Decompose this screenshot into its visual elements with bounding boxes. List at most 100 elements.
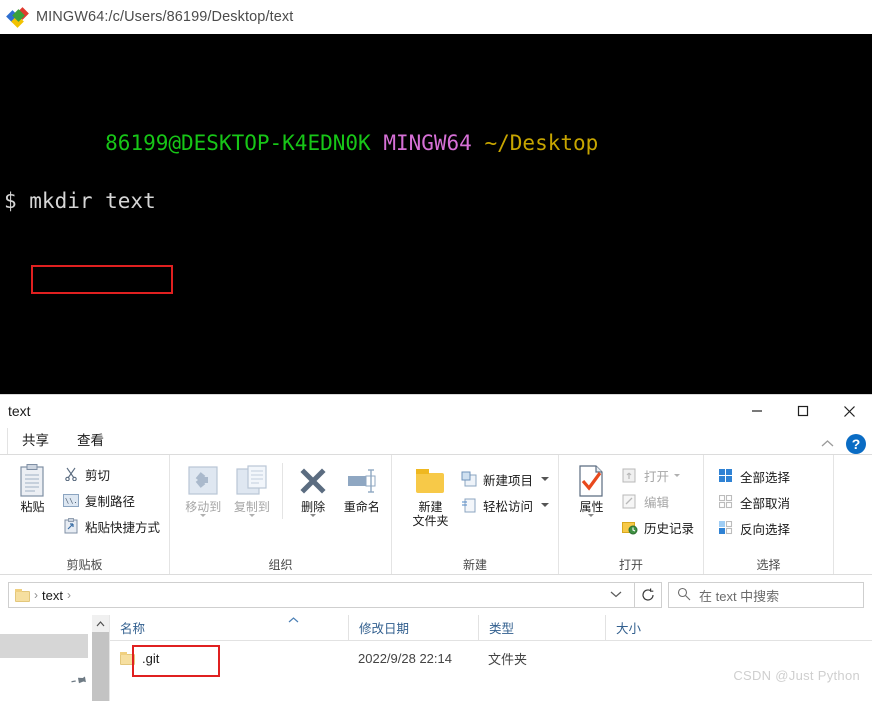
scrollbar-thumb[interactable] (92, 632, 109, 701)
ribbon-tab-bar: 共享 查看 ? (0, 427, 872, 455)
column-name[interactable]: 名称 (110, 615, 348, 641)
properties-icon (577, 462, 605, 500)
history-button[interactable]: 历史记录 (618, 515, 697, 539)
new-folder-button[interactable]: 新建 文件夹 (404, 459, 457, 528)
refresh-icon[interactable] (634, 582, 662, 608)
minimize-icon[interactable] (734, 395, 780, 427)
paste-icon (17, 462, 47, 500)
breadcrumb-separator: › (34, 588, 38, 602)
group-label-new: 新建 (462, 558, 487, 572)
chevron-down-icon[interactable] (674, 473, 680, 477)
clipboard-small-commands: 剪切 \\.. 复制路径 粘贴快捷方式 (59, 459, 163, 538)
move-to-button[interactable]: 移动到 (180, 459, 227, 517)
paste-button[interactable]: 粘贴 (6, 459, 59, 514)
rename-button[interactable]: 重命名 (338, 459, 385, 514)
open-small-commands: 打开 编辑 历史记录 (618, 459, 697, 539)
file-name-label: .git (142, 650, 160, 666)
prompt-user: 86199@DESKTOP-K4EDN0K (105, 131, 371, 155)
chevron-down-icon[interactable] (588, 514, 595, 517)
terminal-prompt-line: 86199@DESKTOP-K4EDN0K MINGW64 ~/Desktop (4, 100, 872, 155)
copy-path-label: 复制路径 (84, 494, 135, 509)
ribbon-divider (282, 463, 283, 519)
terminal-command-line: $ mkdir text (4, 189, 156, 213)
select-none-button[interactable]: 全部取消 (714, 490, 793, 514)
ribbon-group-new: 新建 文件夹 新建项目 轻松访问 新建 (392, 455, 559, 574)
delete-button[interactable]: 删除 (290, 459, 337, 517)
mingw64-terminal-window: MINGW64:/c/Users/86199/Desktop/text 8619… (0, 0, 872, 400)
nav-selected-item[interactable] (0, 634, 88, 658)
search-placeholder: 在 text 中搜索 (699, 588, 780, 604)
ribbon-group-select: 全部选择 全部取消 反向选择 选择 (704, 455, 834, 574)
terminal-spacer (4, 274, 872, 303)
copy-to-label: 复制到 (233, 500, 270, 514)
tab-view[interactable]: 查看 (63, 426, 118, 454)
terminal-output[interactable]: 86199@DESKTOP-K4EDN0K MINGW64 ~/Desktop … (0, 34, 872, 400)
tab-share[interactable]: 共享 (8, 426, 63, 454)
file-date-cell: 2022/9/28 22:14 (358, 650, 452, 666)
rename-icon (345, 462, 379, 500)
paste-shortcut-label: 粘贴快捷方式 (84, 520, 160, 535)
file-list-pane[interactable]: 名称 修改日期 类型 大小 .git 2022/9/28 22:14 文件夹 C… (110, 614, 872, 701)
copy-path-button[interactable]: \\.. 复制路径 (59, 488, 163, 512)
chevron-down-icon[interactable] (248, 514, 255, 517)
breadcrumb-separator: › (66, 588, 71, 602)
group-label-clipboard: 剪贴板 (66, 558, 103, 572)
paste-shortcut-button[interactable]: 粘贴快捷方式 (59, 514, 163, 538)
folder-icon (120, 651, 135, 665)
navigation-pane[interactable] (0, 615, 110, 701)
easy-access-button[interactable]: 轻松访问 (457, 493, 552, 517)
new-item-label: 新建项目 (482, 473, 533, 488)
invert-selection-icon (717, 519, 735, 537)
ribbon-filler (834, 455, 872, 574)
address-bar[interactable]: › text › (8, 582, 635, 608)
cut-button[interactable]: 剪切 (59, 462, 163, 486)
properties-button[interactable]: 属性 (565, 459, 618, 517)
move-to-label: 移动到 (185, 500, 222, 514)
open-label: 打开 (643, 469, 669, 484)
chevron-down-icon[interactable] (604, 589, 628, 601)
ribbon-tab-filler (0, 428, 8, 454)
column-date-label: 修改日期 (359, 622, 410, 636)
edit-label: 编辑 (643, 495, 669, 510)
copy-to-button[interactable]: 复制到 (229, 459, 276, 517)
select-commands: 全部选择 全部取消 反向选择 (714, 459, 793, 540)
new-folder-icon (416, 462, 445, 500)
column-type[interactable]: 类型 (478, 614, 605, 641)
cut-label: 剪切 (84, 468, 110, 483)
easy-access-icon (460, 496, 478, 514)
history-label: 历史记录 (643, 521, 694, 536)
help-icon[interactable]: ? (846, 434, 866, 454)
copy-to-icon (235, 462, 269, 500)
scroll-up-icon[interactable] (92, 615, 109, 632)
copy-path-icon: \\.. (62, 491, 80, 509)
ribbon-toolbar: 粘贴 剪切 \\.. 复制路径 (0, 455, 872, 575)
move-to-icon (186, 462, 220, 500)
easy-access-label: 轻松访问 (482, 499, 533, 514)
chevron-down-icon[interactable] (200, 514, 207, 517)
cut-icon (62, 465, 80, 483)
pin-icon (68, 671, 89, 693)
svg-text:\\..: \\.. (65, 497, 79, 505)
close-icon[interactable] (826, 395, 872, 427)
folder-icon (15, 588, 30, 602)
maximize-icon[interactable] (780, 395, 826, 427)
chevron-down-icon[interactable] (310, 514, 317, 517)
new-folder-label: 新建 文件夹 (412, 500, 449, 528)
open-button[interactable]: 打开 (618, 463, 697, 487)
ribbon-group-clipboard: 粘贴 剪切 \\.. 复制路径 (0, 455, 170, 574)
file-name-cell[interactable]: .git (110, 651, 348, 666)
breadcrumb-text[interactable]: text (42, 588, 63, 603)
nav-scrollbar[interactable] (92, 615, 109, 701)
new-item-button[interactable]: 新建项目 (457, 467, 552, 491)
search-input[interactable]: 在 text 中搜索 (668, 582, 864, 608)
chevron-down-icon[interactable] (541, 503, 549, 507)
chevron-down-icon[interactable] (541, 477, 549, 481)
edit-button[interactable]: 编辑 (618, 489, 697, 513)
invert-selection-button[interactable]: 反向选择 (714, 516, 793, 540)
select-all-label: 全部选择 (740, 470, 791, 485)
edit-icon (621, 492, 639, 510)
select-all-button[interactable]: 全部选择 (714, 464, 793, 488)
column-size[interactable]: 大小 (605, 614, 705, 641)
column-date-modified[interactable]: 修改日期 (348, 614, 478, 641)
chevron-up-icon[interactable] (821, 437, 834, 451)
